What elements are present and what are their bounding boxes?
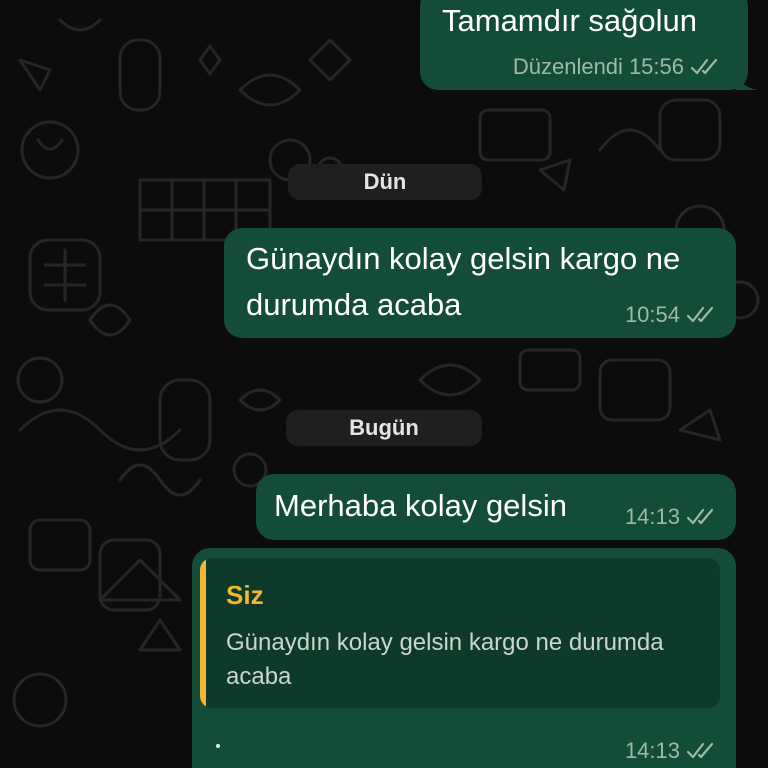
message-meta: 10:54 bbox=[625, 302, 716, 328]
bubble-tail bbox=[736, 68, 758, 90]
message-text: Günaydın kolay gelsin kargo ne durumda a… bbox=[246, 241, 681, 322]
message-bubble-outgoing[interactable]: Günaydın kolay gelsin kargo ne durumda a… bbox=[224, 228, 736, 338]
message-time: 14:13 bbox=[624, 504, 680, 529]
chat-view[interactable]: Tamamdır sağolun Düzenlendi 15:56 Dün Gü… bbox=[0, 0, 768, 768]
message-time: 14:13 bbox=[624, 738, 680, 763]
message-bubble-outgoing[interactable]: Merhaba kolay gelsin 14:13 bbox=[256, 474, 736, 540]
message-text: Tamamdır sağolun bbox=[442, 3, 698, 38]
date-separator: Dün bbox=[288, 164, 482, 200]
reply-quote-accent-bar bbox=[200, 558, 206, 708]
reply-quote-text: Günaydın kolay gelsin kargo ne durumda a… bbox=[226, 629, 664, 690]
message-time: 15:56 bbox=[628, 54, 684, 79]
message-bubble-outgoing[interactable]: Siz Günaydın kolay gelsin kargo ne durum… bbox=[192, 548, 736, 768]
message-meta: 14:13 bbox=[625, 738, 716, 764]
edited-label: Düzenlendi bbox=[512, 54, 623, 79]
message-time: 10:54 bbox=[624, 302, 680, 327]
double-check-icon bbox=[686, 508, 714, 525]
double-check-icon bbox=[686, 742, 714, 759]
message-text bbox=[216, 744, 220, 748]
message-bubble-outgoing[interactable]: Tamamdır sağolun Düzenlendi 15:56 bbox=[420, 0, 758, 90]
message-text: Merhaba kolay gelsin bbox=[274, 488, 567, 523]
double-check-icon bbox=[690, 58, 718, 75]
reply-quote[interactable]: Siz Günaydın kolay gelsin kargo ne durum… bbox=[200, 558, 720, 708]
double-check-icon bbox=[686, 306, 714, 323]
message-meta: 14:13 bbox=[625, 504, 716, 530]
reply-quote-author: Siz bbox=[226, 580, 264, 610]
date-separator: Bugün bbox=[286, 410, 482, 446]
message-meta: Düzenlendi 15:56 bbox=[513, 54, 720, 80]
